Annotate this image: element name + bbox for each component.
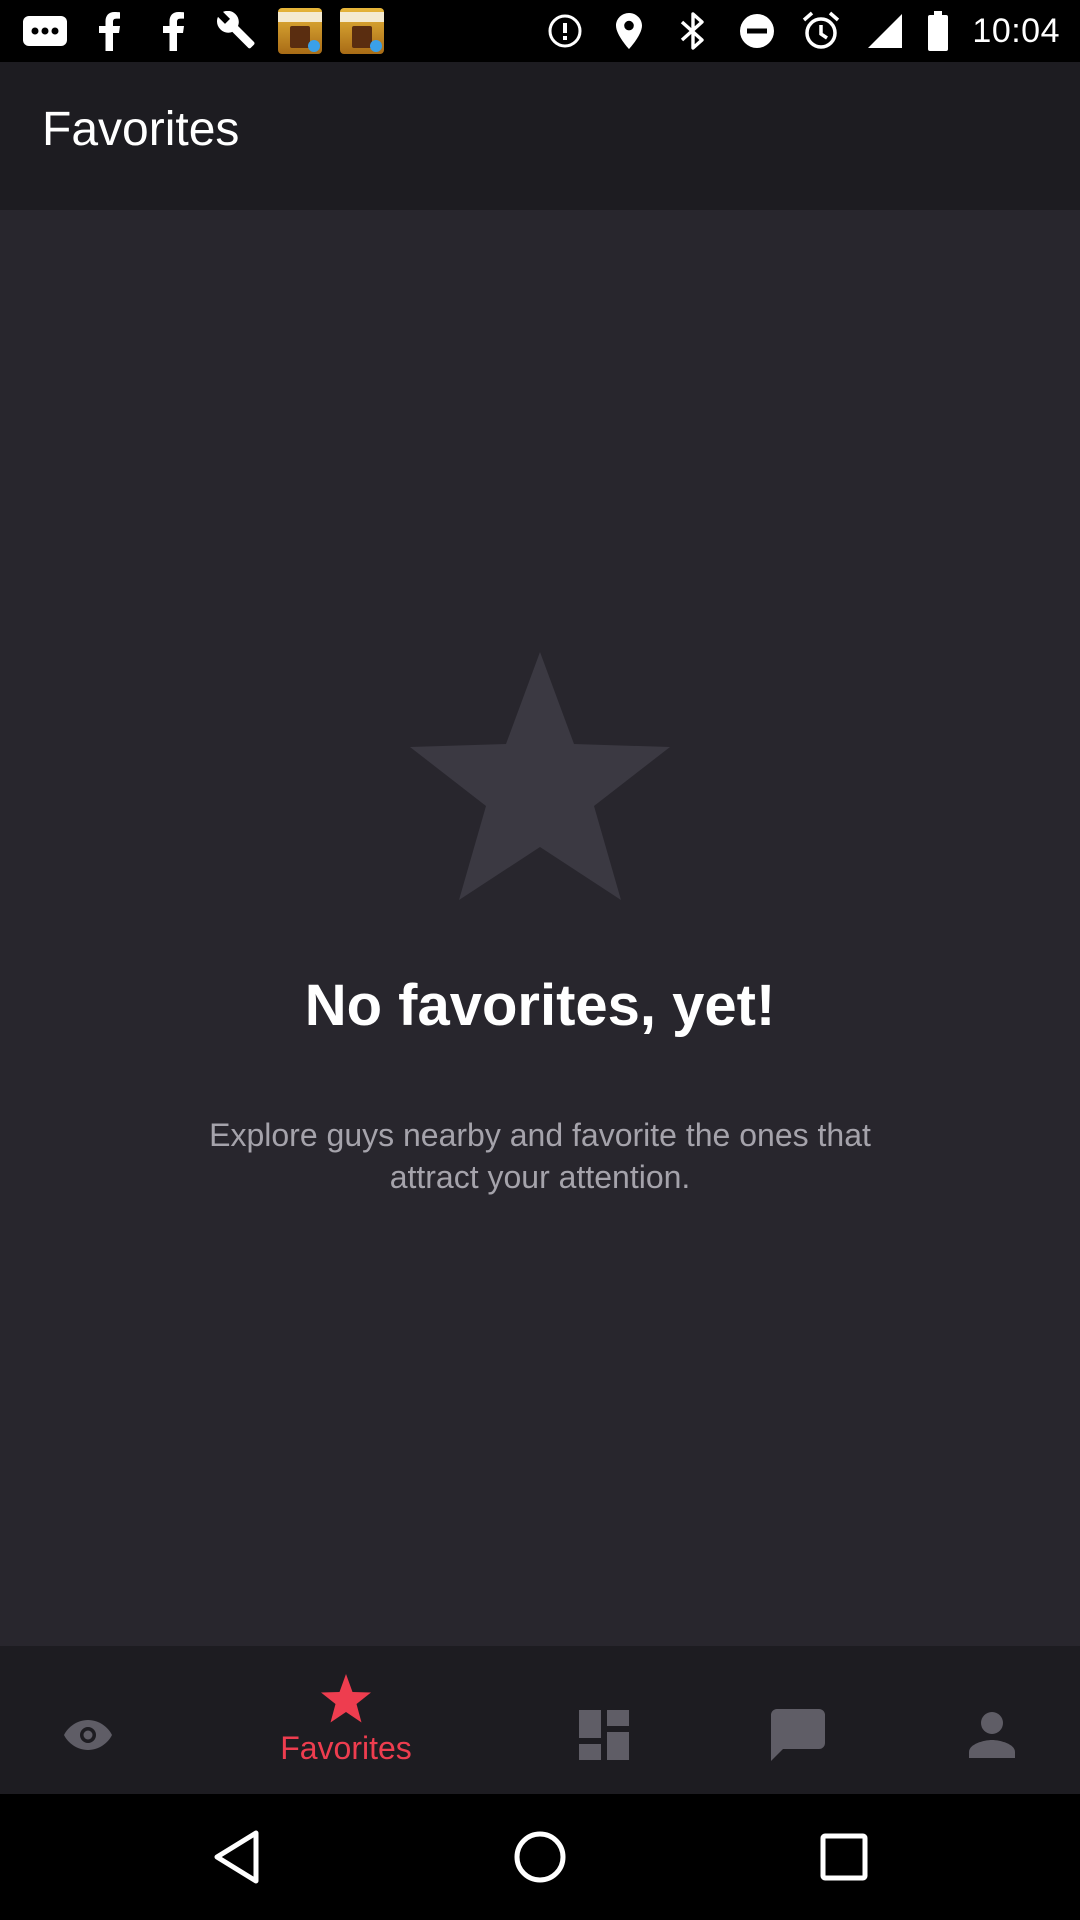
- star-icon: [410, 652, 670, 900]
- nav-item-explore[interactable]: [28, 1646, 148, 1794]
- system-home-button[interactable]: [480, 1794, 600, 1920]
- empty-state-title: No favorites, yet!: [304, 973, 776, 1038]
- facebook-icon: [86, 8, 132, 54]
- grid-icon: [579, 1710, 629, 1760]
- signal-icon: [862, 8, 908, 54]
- nav-item-profile[interactable]: [932, 1646, 1052, 1794]
- nav-label-favorites: Favorites: [280, 1729, 412, 1766]
- bluetooth-icon: [670, 8, 716, 54]
- data-saver-icon: [542, 8, 588, 54]
- system-nav-bar: [0, 1794, 1080, 1920]
- bottom-nav: Favorites: [0, 1646, 1080, 1794]
- home-icon: [514, 1831, 566, 1883]
- recents-icon: [820, 1833, 868, 1881]
- nav-item-browse[interactable]: [544, 1646, 664, 1794]
- topics-app-icon: [278, 8, 322, 54]
- page-title: Favorites: [42, 102, 240, 156]
- notification-icons: [22, 8, 384, 54]
- nav-item-messages[interactable]: [738, 1646, 858, 1794]
- topics-app-icon: [340, 8, 384, 54]
- chat-icon: [771, 1709, 825, 1761]
- battery-icon: [926, 8, 950, 54]
- status-bar: 10:04: [0, 0, 1080, 62]
- system-back-button[interactable]: [176, 1794, 296, 1920]
- eye-icon: [64, 1720, 112, 1750]
- empty-state-description: Explore guys nearby and favorite the one…: [209, 1117, 871, 1195]
- nav-item-favorites[interactable]: Favorites: [240, 1646, 452, 1794]
- system-status-icons: 10:04: [542, 8, 1060, 54]
- wrench-icon: [214, 8, 260, 54]
- location-icon: [606, 8, 652, 54]
- favorites-content: No favorites, yet! Explore guys nearby a…: [0, 210, 1080, 1646]
- star-icon: [321, 1673, 371, 1722]
- back-icon: [214, 1830, 259, 1884]
- app-header: Favorites: [0, 62, 1080, 210]
- system-recents-button[interactable]: [784, 1794, 904, 1920]
- more-icon: [22, 8, 68, 54]
- screen: 10:04 Favorites No favorites, yet! Explo…: [0, 0, 1080, 1920]
- alarm-icon: [798, 8, 844, 54]
- do-not-disturb-icon: [734, 8, 780, 54]
- facebook-icon: [150, 8, 196, 54]
- profile-icon: [969, 1712, 1015, 1758]
- status-time: 10:04: [972, 11, 1060, 50]
